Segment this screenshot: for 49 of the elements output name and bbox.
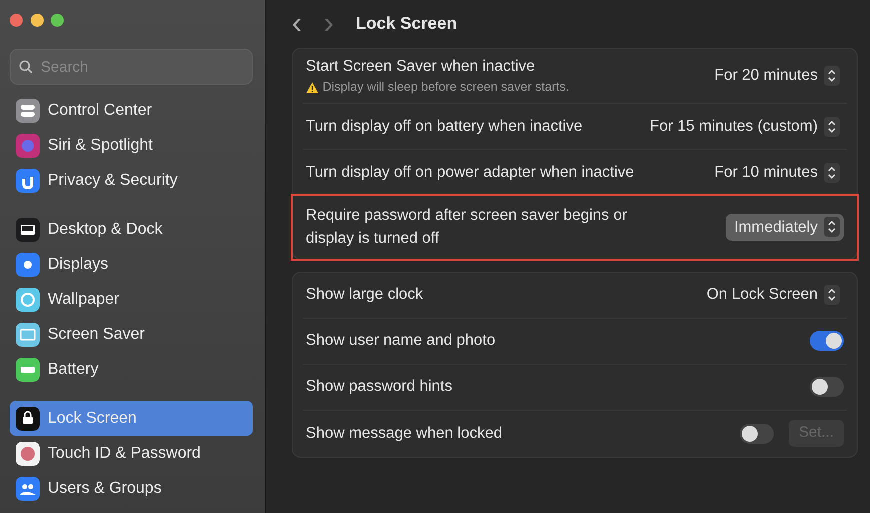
setting-label: Show user name and photo: [306, 331, 496, 352]
zoom-button[interactable]: [51, 14, 64, 27]
settings-tile-icon: [16, 134, 40, 158]
toggle-switch[interactable]: [810, 331, 844, 351]
warning-icon: [306, 82, 319, 94]
popup-menu[interactable]: Immediately: [726, 214, 844, 241]
warning-text: Display will sleep before screen saver starts.: [322, 79, 570, 96]
settings-tile-icon: [16, 98, 40, 122]
setting-label: Turn display off on battery when inactive: [306, 116, 583, 137]
setting-label: Require password after screen saver begins or display is turned off: [306, 206, 628, 250]
popup-menu[interactable]: For 20 minutes: [706, 62, 844, 90]
setting-label: Show message when locked: [306, 424, 502, 444]
sidebar-item[interactable]: Touch ID & Password: [10, 436, 253, 471]
stepper-icon: [827, 69, 837, 83]
stepper-icon: [827, 220, 837, 234]
stepper-icon: [827, 120, 837, 134]
settings-tile-icon: [16, 442, 40, 466]
popup-menu[interactable]: For 10 minutes: [706, 158, 844, 186]
settings-tile-icon: [16, 476, 40, 500]
setting-label: Show password hints: [306, 377, 452, 398]
settings-tile-icon: [16, 252, 40, 276]
popup-menu[interactable]: On Lock Screen: [698, 281, 844, 309]
sidebar-item[interactable]: Wallpaper: [10, 282, 253, 317]
window-title: Lock Screen: [356, 13, 458, 36]
settings-tile-icon: [16, 168, 40, 192]
toggle-switch[interactable]: [810, 377, 844, 397]
settings-tile-icon: [16, 358, 40, 382]
close-button[interactable]: [10, 14, 23, 27]
stepper-icon: [827, 166, 837, 180]
sidebar-item[interactable]: Users & Groups: [10, 471, 253, 506]
popup-menu[interactable]: For 15 minutes (custom): [642, 112, 844, 140]
toggle-switch[interactable]: [740, 424, 774, 444]
sidebar-item[interactable]: Desktop & Dock: [10, 212, 253, 247]
settings-tile-icon: [16, 406, 40, 430]
sidebar-item[interactable]: Siri & Spotlight: [10, 128, 253, 163]
sidebar-item[interactable]: Screen Saver: [10, 317, 253, 352]
back-button[interactable]: ‹: [292, 9, 302, 39]
setting-label: Show large clock: [306, 285, 424, 306]
setting-label: Turn display off on power adapter when inactive: [306, 162, 634, 183]
minimize-button[interactable]: [30, 14, 44, 27]
settings-tile-icon: [16, 218, 40, 242]
settings-tile-icon: [16, 288, 40, 312]
sidebar-item[interactable]: Privacy & Security: [10, 163, 253, 198]
sidebar-item[interactable]: Battery: [10, 352, 253, 387]
settings-tile-icon: [16, 322, 40, 346]
stepper-icon: [827, 288, 837, 302]
setting-label: Start Screen Saver when inactive: [306, 57, 536, 77]
sidebar-item[interactable]: Control Center: [10, 93, 253, 128]
sidebar-item[interactable]: Displays: [10, 247, 253, 282]
